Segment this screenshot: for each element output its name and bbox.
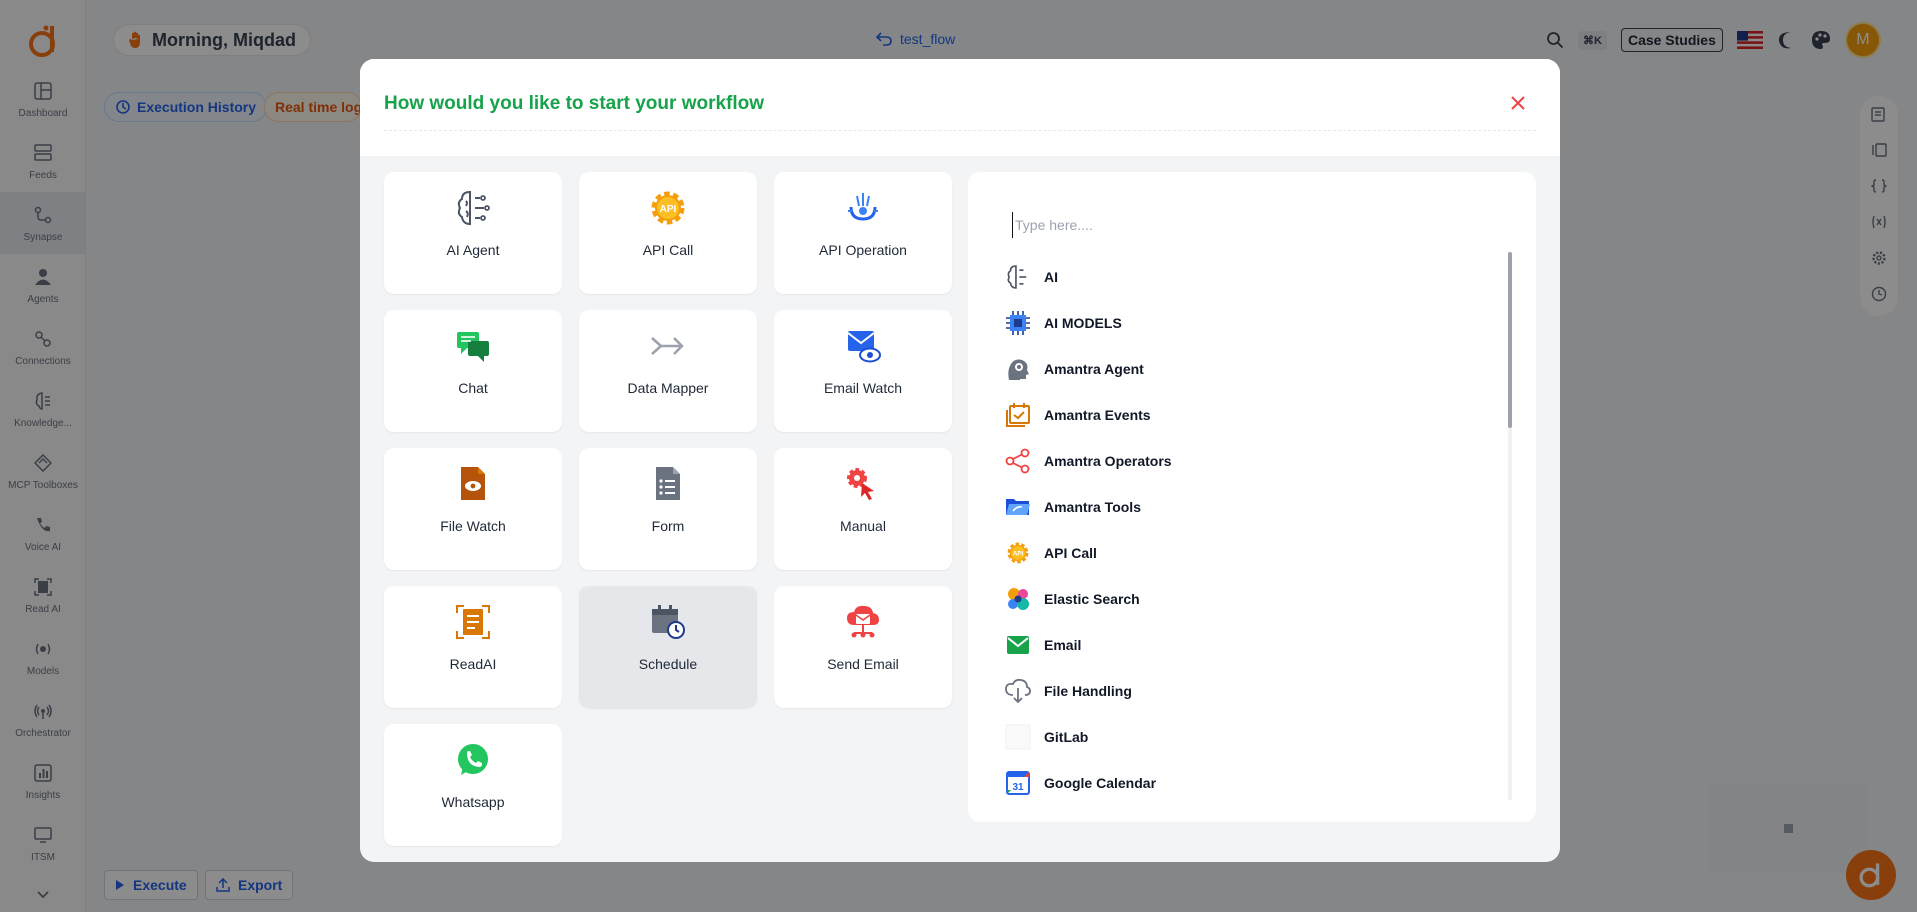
brain-icon	[1004, 263, 1032, 291]
trigger-list: AI AI MODELS Amantra Agent Amantra Event…	[1004, 254, 1504, 806]
list-item-label: AI MODELS	[1044, 315, 1122, 331]
trigger-card-label: API Operation	[819, 242, 907, 258]
list-scrollbar-thumb[interactable]	[1508, 252, 1512, 428]
file-watch-icon	[453, 464, 493, 504]
list-item-file-handling[interactable]: File Handling	[1004, 668, 1504, 714]
start-workflow-modal: How would you like to start your workflo…	[360, 59, 1560, 862]
whatsapp-icon	[453, 740, 493, 780]
list-item-label: Google Calendar	[1044, 775, 1157, 791]
form-icon	[648, 464, 688, 504]
share-nodes-icon	[1004, 447, 1032, 475]
trigger-card-manual[interactable]: Manual	[774, 448, 952, 570]
trigger-card-label: Whatsapp	[441, 794, 505, 810]
trigger-card-label: ReadAI	[449, 656, 497, 672]
email-watch-icon	[843, 326, 883, 366]
trigger-card-label: Chat	[458, 380, 488, 396]
list-item-label: AI	[1044, 269, 1058, 285]
search-input[interactable]	[1012, 212, 1492, 238]
api-gear-icon: API	[648, 188, 688, 228]
svg-text:API: API	[660, 204, 677, 215]
trigger-card-data-mapper[interactable]: Data Mapper	[579, 310, 757, 432]
list-item-label: Amantra Events	[1044, 407, 1151, 423]
chip-icon	[1004, 309, 1032, 337]
list-item-api-call[interactable]: API API Call	[1004, 530, 1504, 576]
list-item-email[interactable]: Email	[1004, 622, 1504, 668]
close-icon	[1511, 96, 1525, 110]
brain-icon	[453, 188, 493, 228]
google-calendar-icon: 31	[1004, 769, 1032, 797]
trigger-card-chat[interactable]: Chat	[384, 310, 562, 432]
list-item-label: GitLab	[1044, 729, 1089, 745]
double-arrow-icon	[648, 326, 688, 366]
list-item-amantra-events[interactable]: Amantra Events	[1004, 392, 1504, 438]
trigger-card-label: Send Email	[827, 656, 899, 672]
trigger-card-form[interactable]: Form	[579, 448, 757, 570]
header-divider	[384, 130, 1536, 131]
trigger-card-label: File Watch	[440, 518, 506, 534]
list-item-amantra-tools[interactable]: Amantra Tools	[1004, 484, 1504, 530]
chat-icon	[453, 326, 493, 366]
list-item-label: Amantra Operators	[1044, 453, 1172, 469]
cloud-download-icon	[1004, 677, 1032, 705]
list-item-label: Elastic Search	[1044, 591, 1140, 607]
trigger-card-whatsapp[interactable]: Whatsapp	[384, 724, 562, 846]
trigger-list-panel: AI AI MODELS Amantra Agent Amantra Event…	[968, 172, 1536, 822]
events-icon	[1004, 401, 1032, 429]
trigger-card-label: Form	[651, 518, 685, 534]
trigger-card-schedule[interactable]: Schedule	[579, 586, 757, 708]
api-gear-icon: API	[1004, 539, 1032, 567]
trigger-card-file-watch[interactable]: File Watch	[384, 448, 562, 570]
list-item-label: Amantra Tools	[1044, 499, 1141, 515]
elastic-icon	[1004, 585, 1032, 613]
list-item-ai-models[interactable]: AI MODELS	[1004, 300, 1504, 346]
list-item-elastic-search[interactable]: Elastic Search	[1004, 576, 1504, 622]
schedule-icon	[648, 602, 688, 642]
list-item-label: File Handling	[1044, 683, 1132, 699]
trigger-card-ai-agent[interactable]: AI Agent	[384, 172, 562, 294]
manual-click-icon	[843, 464, 883, 504]
agent-head-icon	[1004, 355, 1032, 383]
folder-icon	[1004, 493, 1032, 521]
trigger-card-api-call[interactable]: API API Call	[579, 172, 757, 294]
list-item-amantra-agent[interactable]: Amantra Agent	[1004, 346, 1504, 392]
api-operation-icon	[843, 188, 883, 228]
trigger-card-label: Data Mapper	[627, 380, 709, 396]
list-item-label: Amantra Agent	[1044, 361, 1144, 377]
list-item-google-calendar[interactable]: 31 Google Calendar	[1004, 760, 1504, 806]
trigger-card-send-email[interactable]: Send Email	[774, 586, 952, 708]
trigger-card-label: API Call	[642, 242, 694, 258]
close-button[interactable]	[1506, 91, 1530, 115]
list-item-label: API Call	[1044, 545, 1097, 561]
email-icon	[1004, 631, 1032, 659]
modal-title: How would you like to start your workflo…	[384, 93, 765, 114]
list-item-ai[interactable]: AI	[1004, 254, 1504, 300]
svg-text:31: 31	[1012, 782, 1024, 793]
list-scrollbar[interactable]	[1508, 252, 1512, 800]
svg-text:API: API	[1013, 551, 1024, 558]
modal-header: How would you like to start your workflo…	[360, 59, 1560, 156]
trigger-card-label: Manual	[840, 518, 886, 534]
trigger-card-email-watch[interactable]: Email Watch	[774, 310, 952, 432]
list-item-gitlab[interactable]: GitLab	[1004, 714, 1504, 760]
list-item-label: Email	[1044, 637, 1082, 653]
trigger-card-label: Schedule	[638, 656, 698, 672]
trigger-card-api-operation[interactable]: API Operation	[774, 172, 952, 294]
list-item-amantra-operators[interactable]: Amantra Operators	[1004, 438, 1504, 484]
gitlab-icon	[1004, 723, 1032, 751]
trigger-card-readai[interactable]: ReadAI	[384, 586, 562, 708]
send-email-icon	[843, 602, 883, 642]
trigger-card-label: Email Watch	[823, 380, 903, 396]
readai-icon	[453, 602, 493, 642]
trigger-card-label: AI Agent	[446, 242, 500, 258]
